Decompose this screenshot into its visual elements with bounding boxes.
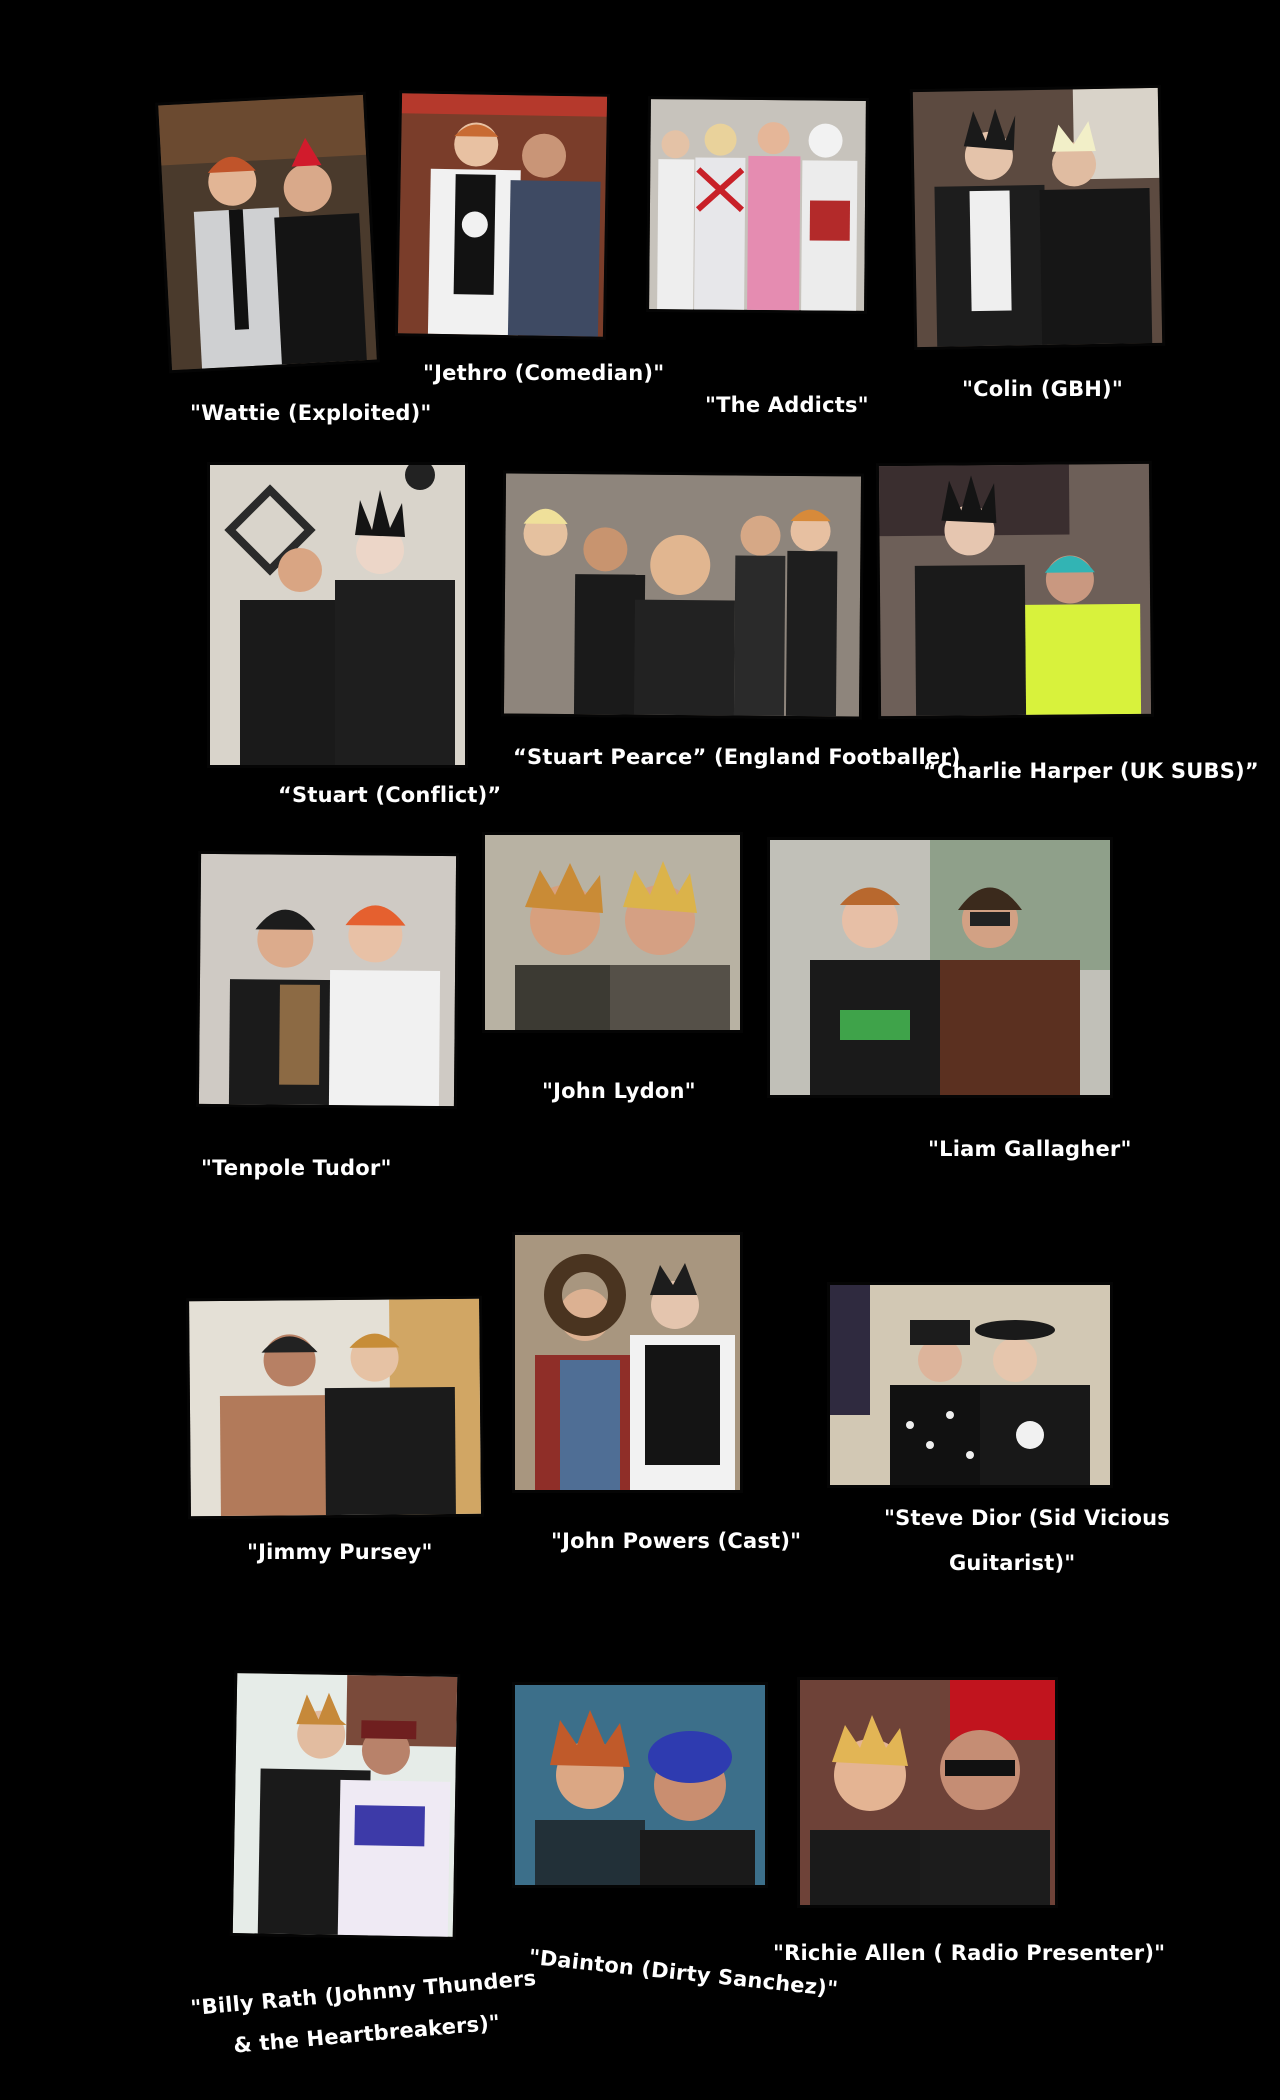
- photo-wattie: [158, 94, 377, 371]
- photo-richie-allen: [800, 1680, 1055, 1905]
- caption-jimmy-pursey: "Jimmy Pursey": [247, 1540, 433, 1564]
- photo-charlie-harper: [878, 463, 1152, 717]
- caption-steve-dior-line2: Guitarist)": [949, 1551, 1076, 1575]
- caption-jethro: "Jethro (Comedian)": [423, 361, 665, 385]
- caption-the-addicts: "The Addicts": [705, 393, 869, 417]
- caption-liam-gallagher: "Liam Gallagher": [928, 1137, 1132, 1161]
- photo-john-powers: [515, 1235, 740, 1490]
- photo-jethro: [397, 93, 608, 337]
- caption-stuart-pearce: “Stuart Pearce” (England Footballer): [513, 745, 961, 769]
- caption-richie-allen: "Richie Allen ( Radio Presenter)": [773, 1941, 1166, 1965]
- photo-jimmy-pursey: [189, 1298, 481, 1517]
- caption-wattie: "Wattie (Exploited)": [190, 401, 432, 425]
- photo-stuart: [210, 465, 465, 765]
- photo-steve-dior: [830, 1285, 1110, 1485]
- caption-john-lydon: "John Lydon": [542, 1079, 696, 1103]
- caption-stuart: “Stuart (Conflict)”: [278, 783, 502, 807]
- caption-charlie-harper: “Charlie Harper (UK SUBS)”: [923, 759, 1259, 783]
- photo-stuart-pearce: [503, 473, 862, 717]
- caption-tenpole-tudor: "Tenpole Tudor": [201, 1156, 392, 1180]
- photo-the-addicts: [649, 99, 866, 311]
- photo-colin: [912, 87, 1163, 348]
- photo-tenpole-tudor: [198, 853, 457, 1107]
- photo-dainton: [515, 1685, 765, 1885]
- caption-billy-rath-line2: & the Heartbreakers)": [232, 2010, 502, 2058]
- caption-steve-dior-line1: "Steve Dior (Sid Vicious: [884, 1506, 1170, 1530]
- caption-colin: "Colin (GBH)": [962, 377, 1123, 401]
- photo-john-lydon: [485, 835, 740, 1030]
- caption-john-powers: "John Powers (Cast)": [551, 1529, 802, 1553]
- photo-billy-rath: [232, 1673, 458, 1937]
- photo-liam-gallagher: [770, 840, 1110, 1095]
